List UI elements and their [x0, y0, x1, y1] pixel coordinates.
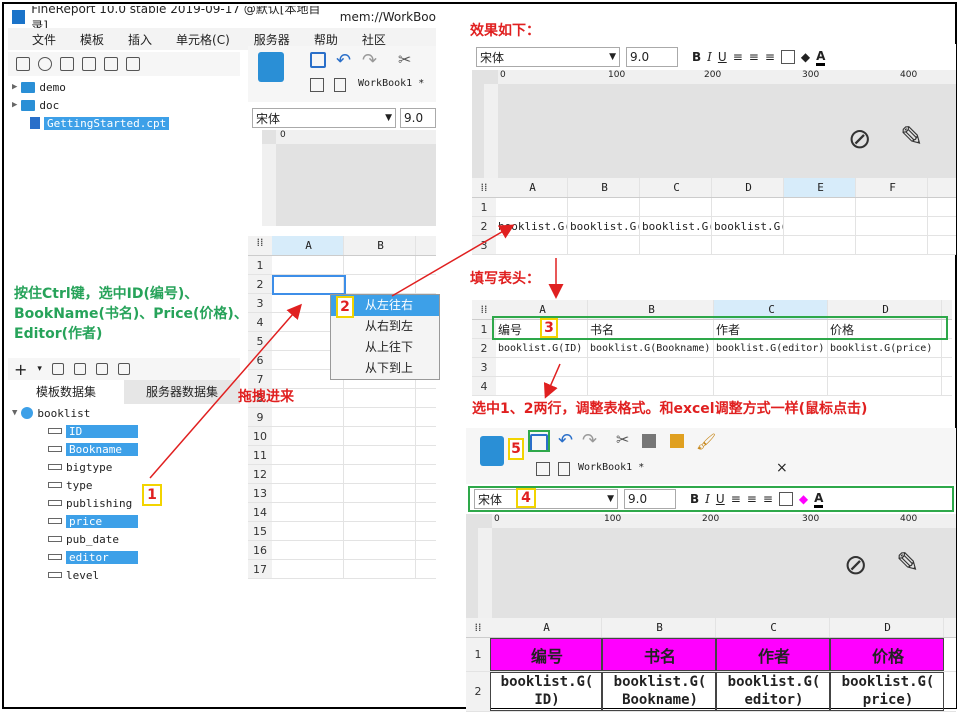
arrow-drag: [149, 303, 302, 479]
arrow-to-effect: [391, 224, 515, 297]
annotation-arrows: [149, 224, 564, 479]
arrow-to-adjust: [543, 363, 561, 399]
